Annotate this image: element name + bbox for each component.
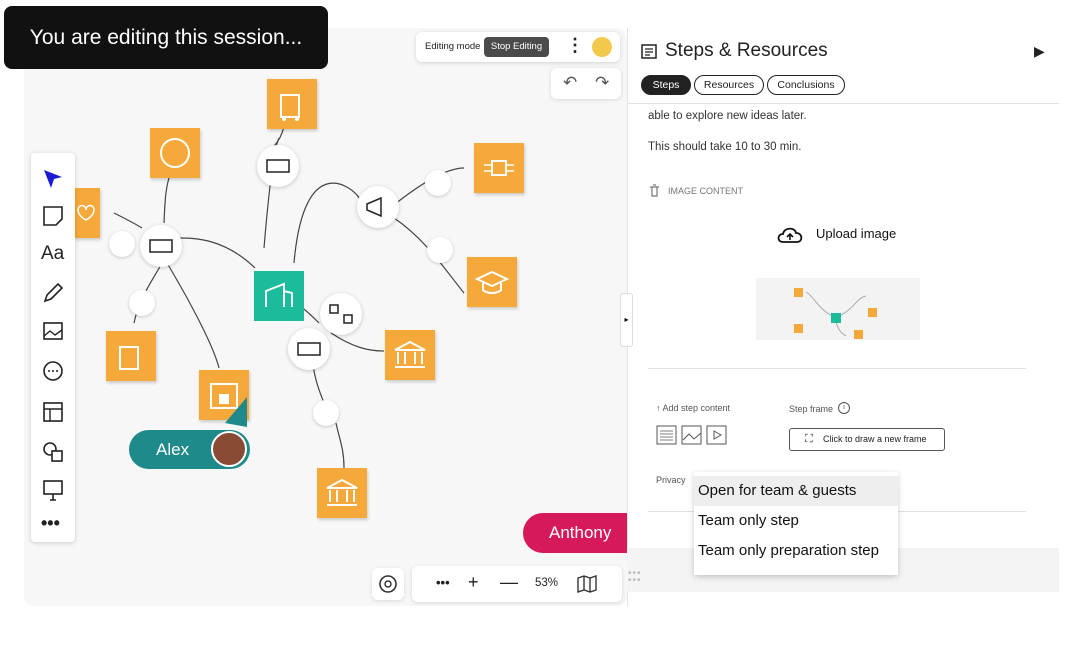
undo-redo-group: ↶ ↷ <box>551 68 621 99</box>
circuit-icon <box>484 160 514 176</box>
alex-cursor-icon <box>225 397 247 427</box>
draw-frame-button[interactable]: ⛶ Click to draw a new frame <box>789 428 945 451</box>
bank-icon <box>326 478 358 506</box>
divider <box>648 368 1026 369</box>
upload-image-button[interactable]: Upload image <box>775 222 915 248</box>
privacy-dropdown[interactable]: Open for team & guests Team only step Te… <box>694 472 898 575</box>
upload-image-label: Upload image <box>816 226 897 241</box>
heart-icon <box>77 204 95 221</box>
megaphone-bubble[interactable] <box>357 186 399 228</box>
zoom-in-icon[interactable]: + <box>468 572 479 593</box>
zoom-out-icon[interactable]: — <box>500 572 518 593</box>
collaborator-badge-alex: Alex <box>129 430 250 469</box>
cloud-upload-icon <box>777 227 803 243</box>
image-thumbnail[interactable] <box>756 278 920 340</box>
tab-steps[interactable]: Steps <box>641 75 691 95</box>
zoom-bar: ••• + — 53% <box>412 566 622 602</box>
user-avatar[interactable] <box>592 37 612 57</box>
graduation-cap-icon <box>474 270 510 294</box>
heart-node[interactable] <box>74 188 100 238</box>
money-icon <box>149 239 173 253</box>
privacy-option-open[interactable]: Open for team & guests <box>694 476 898 506</box>
select-arrow-icon[interactable] <box>41 167 65 191</box>
comment-icon[interactable] <box>41 359 65 383</box>
megaphone-icon <box>366 196 382 218</box>
flow-bubble-small[interactable] <box>427 237 453 263</box>
flow-bubble[interactable] <box>320 293 362 335</box>
step-content-types <box>656 424 728 446</box>
collaborator-name: Anthony <box>549 523 612 542</box>
stop-editing-button[interactable]: Stop Editing <box>484 37 549 57</box>
step-duration: This should take 10 to 30 min. <box>648 141 802 153</box>
video-content-icon[interactable] <box>706 424 728 446</box>
mindmap-thumbnail <box>794 288 877 339</box>
info-icon[interactable]: i <box>838 402 850 414</box>
text-content-icon[interactable] <box>656 424 678 446</box>
circuit-node[interactable] <box>474 143 524 193</box>
sticky-note-icon[interactable] <box>41 204 65 228</box>
money-icon <box>266 159 290 173</box>
more-icon[interactable]: ••• <box>436 575 450 590</box>
shapes-icon[interactable] <box>41 440 65 464</box>
bank-icon <box>394 340 426 368</box>
bank-node-2[interactable] <box>317 468 367 518</box>
layout-icon[interactable] <box>41 400 65 424</box>
image-icon[interactable] <box>41 319 65 343</box>
collaborator-name: Alex <box>156 440 190 459</box>
brain-icon <box>160 138 190 168</box>
step-frame-label: Step frame <box>789 404 834 414</box>
flowchart-icon <box>329 304 353 324</box>
privacy-option-team-only[interactable]: Team only step <box>694 506 898 536</box>
pencil-icon[interactable] <box>41 281 65 305</box>
image-content-label: IMAGE CONTENT <box>668 186 744 196</box>
editing-mode-bar: Editing mode Stop Editing ⋮ <box>416 32 620 62</box>
text-icon[interactable]: Aa <box>41 243 65 267</box>
cart-icon <box>280 94 300 121</box>
step-description: able to explore new ideas later. <box>648 110 807 122</box>
money-bubble[interactable] <box>257 145 299 187</box>
tab-conclusions[interactable]: Conclusions <box>767 75 845 95</box>
map-icon[interactable] <box>576 574 598 594</box>
undo-icon[interactable]: ↶ <box>563 73 577 93</box>
more-tools-icon[interactable]: ••• <box>41 513 65 537</box>
panel-collapse-handle[interactable]: ▸ <box>620 293 633 347</box>
ideas-node[interactable] <box>150 128 200 178</box>
privacy-option-team-preparation[interactable]: Team only preparation step <box>694 536 898 566</box>
zoom-level: 53% <box>535 577 559 589</box>
editing-banner: You are editing this session... <box>4 6 328 69</box>
trash-icon[interactable] <box>649 184 660 197</box>
steps-icon <box>641 44 657 59</box>
panel-expand-icon[interactable]: ▶ <box>1034 43 1045 60</box>
bank-node[interactable] <box>385 330 435 380</box>
more-options-icon[interactable]: ⋮ <box>566 35 584 56</box>
drag-handle-icon[interactable]: ••• ••• <box>628 569 642 586</box>
tool-palette: Aa ••• <box>31 153 75 542</box>
settings-button[interactable] <box>372 568 404 600</box>
graduation-node[interactable] <box>467 257 517 307</box>
alex-avatar <box>211 431 247 467</box>
central-idea-node[interactable] <box>254 271 304 321</box>
megaphone-bubble-small-2[interactable] <box>313 400 339 426</box>
image-content-icon[interactable] <box>681 424 703 446</box>
home-icon <box>265 282 293 307</box>
frame-icon: ⛶ <box>805 433 813 445</box>
editing-mode-label: Editing mode <box>425 41 481 52</box>
money-bubble-2[interactable] <box>140 225 182 267</box>
redo-icon[interactable]: ↷ <box>595 73 609 93</box>
panel-title: Steps & Resources <box>665 40 828 61</box>
gear-icon <box>379 575 397 593</box>
divider <box>627 103 1059 104</box>
emoji-bubble[interactable] <box>425 170 451 196</box>
cart-icon <box>119 346 139 370</box>
presentation-icon[interactable] <box>41 478 65 502</box>
cart-node[interactable] <box>267 79 317 129</box>
tab-resources[interactable]: Resources <box>694 75 764 95</box>
megaphone-bubble-small[interactable] <box>109 231 135 257</box>
tools-bubble[interactable] <box>129 290 155 316</box>
add-step-content-label: ↑ Add step content <box>656 403 731 413</box>
privacy-label: Privacy <box>656 475 686 485</box>
draw-frame-label: Click to draw a new frame <box>823 434 927 444</box>
cart-node-2[interactable] <box>106 331 156 381</box>
